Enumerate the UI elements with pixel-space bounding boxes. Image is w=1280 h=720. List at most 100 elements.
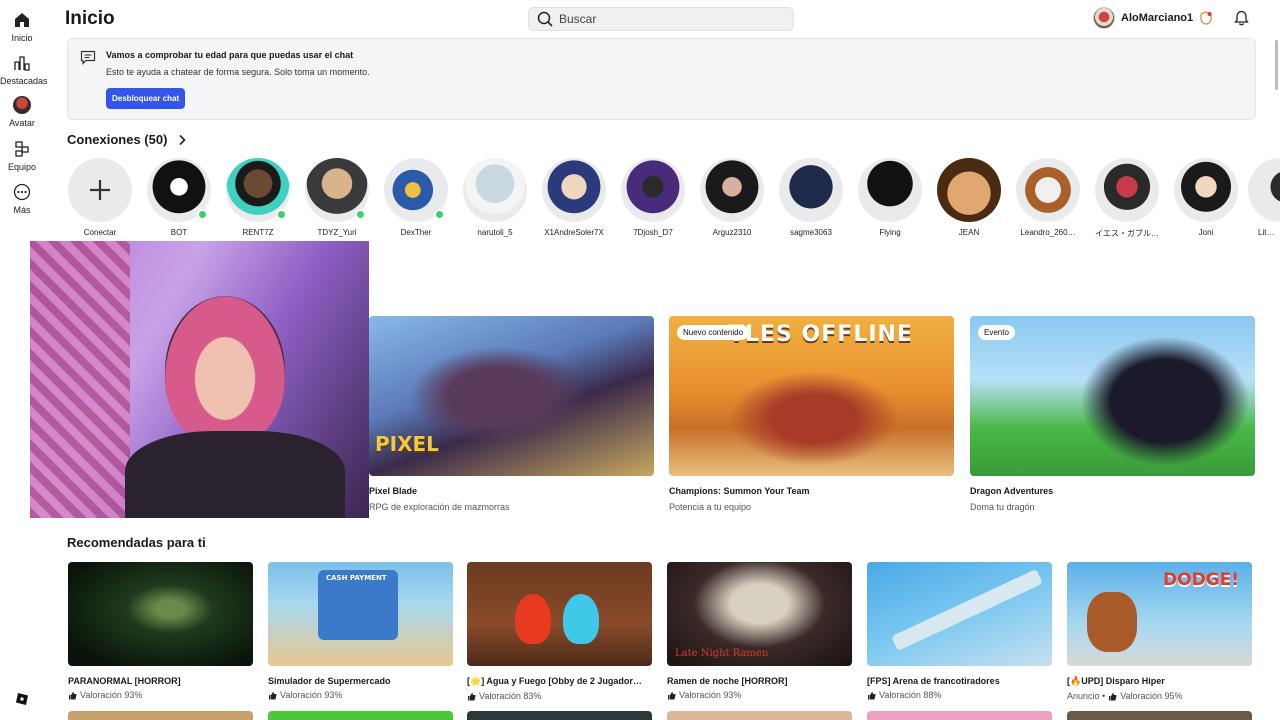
rating-text: Valoración 93% bbox=[280, 690, 343, 700]
game-title[interactable]: Pixel Blade bbox=[369, 486, 654, 496]
connection-avatar[interactable] bbox=[779, 158, 843, 222]
game-thumbnail[interactable]: CASH PAYMENT bbox=[268, 562, 453, 666]
game-title[interactable]: PARANORMAL [HORROR] bbox=[68, 676, 253, 686]
game-title[interactable]: Ramen de noche [HORROR] bbox=[667, 676, 852, 686]
connection-item[interactable]: LitM… bbox=[1248, 158, 1280, 237]
chevron-right-icon[interactable] bbox=[178, 134, 186, 146]
game-card[interactable]: [🌟] Agua y Fuego [Obby de 2 Jugador… Val… bbox=[467, 562, 652, 701]
nav-item-avatar[interactable]: Avatar bbox=[0, 96, 44, 128]
rating-text: Valoración 88% bbox=[879, 690, 942, 700]
game-title[interactable]: Simulador de Supermercado bbox=[268, 676, 453, 686]
game-thumbnail[interactable]: TLES OFFLINE Nuevo contenido bbox=[669, 316, 954, 476]
connection-item[interactable]: Flying bbox=[857, 158, 923, 237]
connection-item[interactable]: イエス・ガブル… bbox=[1094, 158, 1160, 239]
bell-icon[interactable] bbox=[1234, 10, 1249, 26]
game-thumbnail-partial[interactable] bbox=[268, 711, 453, 720]
connection-name: Conectar bbox=[83, 228, 117, 237]
connect-circle[interactable] bbox=[68, 158, 132, 222]
connection-item[interactable]: Leandro_260… bbox=[1015, 158, 1081, 237]
nav-item-mas[interactable]: Más bbox=[0, 183, 44, 215]
connection-avatar[interactable] bbox=[1248, 158, 1280, 222]
robux-shield-icon[interactable] bbox=[1199, 11, 1213, 25]
game-subtitle: Potencia a tu equipo bbox=[669, 502, 752, 512]
game-thumbnail-partial[interactable] bbox=[667, 711, 852, 720]
connection-item[interactable]: Arguz2310 bbox=[699, 158, 765, 237]
connection-avatar[interactable] bbox=[700, 158, 764, 222]
user-profile[interactable]: AloMarciano1 bbox=[1093, 7, 1213, 29]
thumbs-up-icon bbox=[468, 692, 476, 700]
connection-name: TDYZ_Yuri bbox=[317, 228, 357, 237]
connections-title[interactable]: Conexiones (50) bbox=[67, 132, 167, 147]
connection-avatar[interactable] bbox=[937, 158, 1001, 222]
connection-item[interactable]: X1AndreSoler7X bbox=[541, 158, 607, 237]
connection-item[interactable]: JEAN bbox=[936, 158, 1002, 237]
search-input[interactable] bbox=[559, 12, 779, 26]
featured-game-card[interactable]: TLES OFFLINE Nuevo contenido Champions: … bbox=[669, 316, 954, 512]
user-avatar[interactable] bbox=[1093, 7, 1115, 29]
search-bar[interactable] bbox=[528, 7, 794, 31]
connection-avatar[interactable] bbox=[621, 158, 685, 222]
connection-item[interactable]: sagme3063 bbox=[778, 158, 844, 237]
connection-name: RENT7Z bbox=[242, 228, 274, 237]
game-thumbnail[interactable]: Late Night Ramen bbox=[667, 562, 852, 666]
recommended-title: Recomendadas para ti bbox=[67, 535, 206, 550]
connection-avatar[interactable] bbox=[858, 158, 922, 222]
connection-item[interactable]: narutoli_5 bbox=[462, 158, 528, 237]
nav-item-inicio[interactable]: Inicio bbox=[0, 11, 44, 43]
game-meta: Anuncio • Valoración 95% bbox=[1067, 691, 1252, 701]
game-card[interactable]: PARANORMAL [HORROR] Valoración 93% bbox=[68, 562, 253, 700]
home-icon bbox=[15, 13, 29, 27]
connection-item[interactable]: 7Djosh_D7 bbox=[620, 158, 686, 237]
game-title[interactable]: Dragon Adventures bbox=[970, 486, 1255, 496]
game-title[interactable]: Champions: Summon Your Team bbox=[669, 486, 954, 496]
nav-item-destacadas[interactable]: Destacadas bbox=[0, 54, 48, 86]
game-thumbnail-partial[interactable] bbox=[1067, 711, 1252, 720]
game-thumbnail[interactable] bbox=[467, 562, 652, 666]
unlock-chat-button[interactable]: Desbloquear chat bbox=[106, 88, 186, 109]
scrollbar[interactable] bbox=[1275, 40, 1278, 90]
banner-subtitle: Esto te ayuda a chatear de forma segura.… bbox=[106, 67, 370, 77]
game-title[interactable]: [🔥UPD] Disparo Hiper bbox=[1067, 676, 1252, 687]
game-thumbnail[interactable] bbox=[867, 562, 1052, 666]
rifle-art bbox=[891, 568, 1043, 652]
game-card[interactable]: DODGE! [🔥UPD] Disparo Hiper Anuncio • Va… bbox=[1067, 562, 1252, 701]
connection-item[interactable]: DexTher bbox=[383, 158, 449, 237]
rating-text: Valoración 93% bbox=[679, 690, 742, 700]
game-card[interactable]: Late Night Ramen Ramen de noche [HORROR]… bbox=[667, 562, 852, 700]
game-thumbnail[interactable]: Evento bbox=[970, 316, 1255, 476]
game-thumbnail[interactable]: DODGE! bbox=[1067, 562, 1252, 666]
game-card[interactable]: CASH PAYMENT Simulador de Supermercado V… bbox=[268, 562, 453, 700]
game-meta: Valoración 88% bbox=[867, 690, 1052, 700]
group-icon bbox=[15, 141, 29, 157]
connection-avatar[interactable] bbox=[1095, 158, 1159, 222]
game-title[interactable]: [🌟] Agua y Fuego [Obby de 2 Jugador… bbox=[467, 676, 652, 687]
connection-item[interactable]: BOT bbox=[146, 158, 212, 237]
game-thumbnail-partial[interactable] bbox=[467, 711, 652, 720]
username[interactable]: AloMarciano1 bbox=[1121, 12, 1193, 24]
age-check-banner: Vamos a comprobar tu edad para que pueda… bbox=[67, 38, 1256, 120]
nav-label: Más bbox=[13, 205, 31, 215]
featured-game-card[interactable]: PIXEL Pixel Blade RPG de exploración de … bbox=[369, 316, 654, 512]
roblox-logo-icon[interactable] bbox=[15, 692, 29, 706]
connect-button[interactable]: Conectar bbox=[67, 158, 133, 237]
connection-avatar[interactable] bbox=[1016, 158, 1080, 222]
nav-item-equipo[interactable]: Equipo bbox=[0, 140, 44, 172]
game-thumbnail-partial[interactable] bbox=[68, 711, 253, 720]
connection-name: Joni bbox=[1198, 228, 1214, 237]
connection-item[interactable]: Joni bbox=[1173, 158, 1239, 237]
connection-avatar[interactable] bbox=[1174, 158, 1238, 222]
game-thumbnail[interactable]: PIXEL bbox=[369, 316, 654, 476]
game-thumbnail-partial[interactable] bbox=[867, 711, 1052, 720]
game-thumbnail[interactable] bbox=[68, 562, 253, 666]
connection-avatar[interactable] bbox=[542, 158, 606, 222]
thumb-text: Late Night Ramen bbox=[675, 648, 769, 659]
connection-avatar[interactable] bbox=[463, 158, 527, 222]
game-card[interactable]: [FPS] Arena de francotiradores Valoració… bbox=[867, 562, 1052, 700]
connection-name: DexTher bbox=[400, 228, 432, 237]
game-title[interactable]: [FPS] Arena de francotiradores bbox=[867, 676, 1052, 686]
featured-game-card[interactable]: Evento Dragon Adventures Doma tu dragón bbox=[970, 316, 1255, 512]
game-subtitle: RPG de exploración de mazmorras bbox=[369, 502, 510, 512]
connection-item[interactable]: RENT7Z bbox=[225, 158, 291, 237]
nav-label: Inicio bbox=[11, 33, 33, 43]
connection-item[interactable]: TDYZ_Yuri bbox=[304, 158, 370, 237]
